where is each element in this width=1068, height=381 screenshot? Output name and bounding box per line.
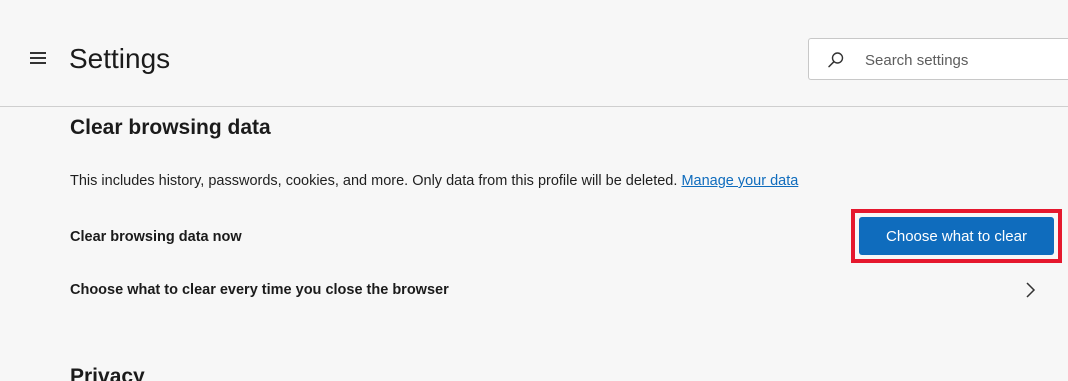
clear-browsing-description: This includes history, passwords, cookie… — [70, 171, 1060, 191]
choose-what-to-clear-button[interactable]: Choose what to clear — [859, 217, 1054, 255]
manage-your-data-link[interactable]: Manage your data — [681, 173, 798, 189]
search-box[interactable] — [808, 38, 1068, 80]
settings-page: Settings Clear browsing data This includ… — [0, 0, 1068, 381]
search-input[interactable] — [865, 48, 1061, 72]
chevron-right-icon[interactable] — [1024, 280, 1038, 300]
hamburger-menu-icon[interactable] — [30, 51, 48, 65]
section-title-clear-browsing-data: Clear browsing data — [70, 116, 271, 139]
section-title-privacy: Privacy — [70, 365, 145, 381]
search-icon — [828, 52, 844, 68]
clear-browsing-data-now-label: Clear browsing data now — [70, 229, 242, 245]
clear-on-close-label[interactable]: Choose what to clear every time you clos… — [70, 280, 449, 300]
description-text: This includes history, passwords, cookie… — [70, 173, 678, 189]
page-title: Settings — [69, 43, 171, 74]
settings-header: Settings — [0, 0, 1068, 107]
